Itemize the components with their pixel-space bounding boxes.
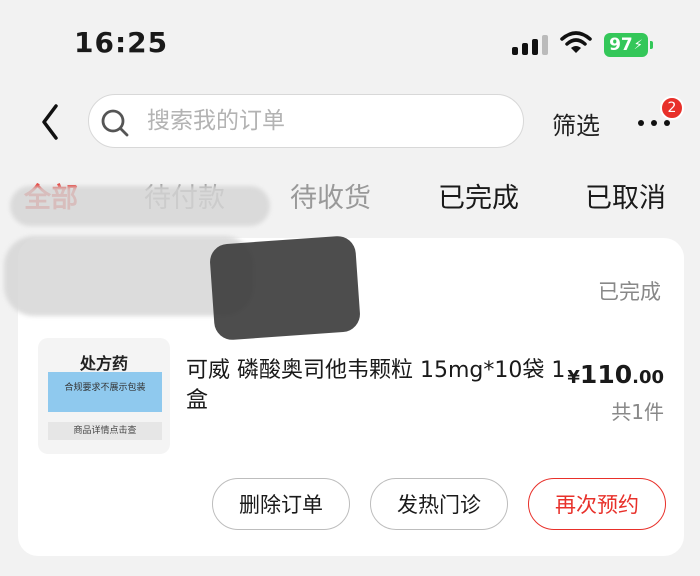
product-name[interactable]: 可威 磷酸奥司他韦颗粒 15mg*10袋 1盒 bbox=[186, 356, 566, 416]
rebook-button[interactable]: 再次预约 bbox=[528, 478, 666, 530]
order-status: 已完成 bbox=[598, 280, 661, 304]
compliance-note: 合规要求不展示包装 bbox=[64, 383, 146, 393]
search-bar[interactable] bbox=[88, 94, 524, 148]
status-bar: 16:25 97 ⚡ bbox=[0, 0, 700, 88]
tab-cancelled[interactable]: 已取消 bbox=[585, 176, 666, 215]
status-time: 16:25 bbox=[74, 26, 169, 59]
search-icon bbox=[101, 109, 129, 137]
price-decimal: .00 bbox=[632, 367, 664, 388]
notification-badge: 2 bbox=[660, 96, 684, 120]
price-integer: 110 bbox=[579, 360, 633, 389]
battery-tip bbox=[650, 41, 653, 49]
price: ¥110.00 bbox=[560, 360, 664, 389]
tab-pending-receipt[interactable]: 待收货 bbox=[290, 176, 371, 215]
thumbnail-footer: 商品详情点击查 bbox=[48, 422, 162, 440]
tab-completed[interactable]: 已完成 bbox=[438, 176, 519, 215]
prescription-label: 处方药 bbox=[79, 354, 128, 373]
search-input[interactable] bbox=[147, 105, 507, 137]
battery-indicator: 97 ⚡ bbox=[604, 33, 648, 57]
back-arrow-icon[interactable] bbox=[36, 102, 66, 142]
filter-button[interactable]: 筛选 bbox=[552, 106, 600, 141]
redaction-scribble bbox=[208, 235, 362, 341]
price-currency: ¥ bbox=[567, 367, 580, 388]
charging-bolt-icon: ⚡ bbox=[633, 37, 643, 53]
header-bar: 筛选 2 bbox=[0, 92, 700, 154]
product-thumbnail[interactable]: 处方药 合规要求不展示包装 商品详情点击查 bbox=[38, 338, 170, 454]
cellular-signal-icon bbox=[512, 33, 548, 55]
battery-level: 97 bbox=[609, 35, 633, 55]
fever-clinic-button[interactable]: 发热门诊 bbox=[370, 478, 508, 530]
redaction-smudge bbox=[10, 186, 270, 226]
delete-order-button[interactable]: 删除订单 bbox=[212, 478, 350, 530]
item-count: 共1件 bbox=[611, 400, 664, 424]
wifi-icon bbox=[560, 31, 592, 53]
